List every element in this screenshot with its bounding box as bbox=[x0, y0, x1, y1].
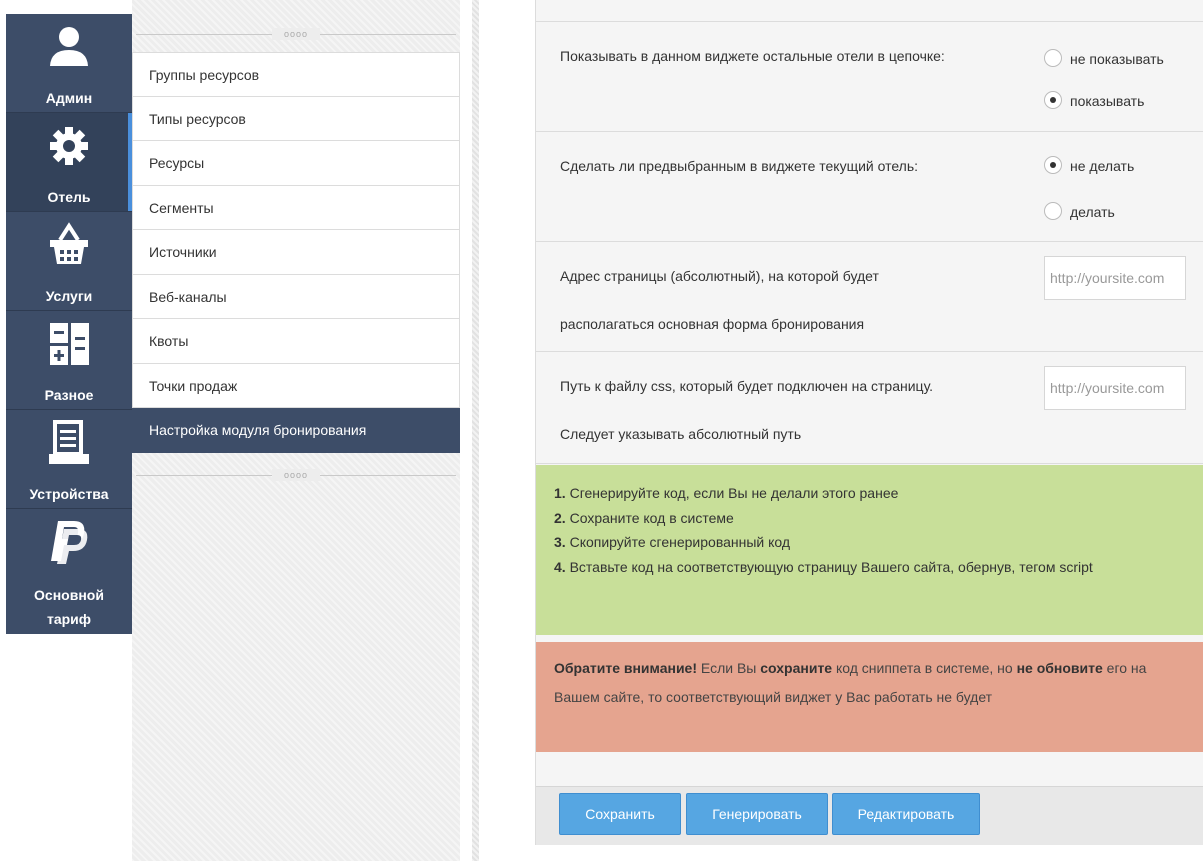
paypal-icon bbox=[44, 517, 94, 567]
radio-checked-icon bbox=[1044, 91, 1062, 109]
instructions-alert: 1. Сгенерируйте код, если Вы не делали э… bbox=[536, 465, 1203, 635]
radio-unchecked-icon bbox=[1044, 49, 1062, 67]
nav-hotel-label: Отель bbox=[47, 189, 91, 205]
submenu-item-quotas[interactable]: Квоты bbox=[132, 319, 460, 364]
panel-splitter[interactable] bbox=[460, 0, 490, 861]
instruction-step: 4. Вставьте код на соответствующую стран… bbox=[554, 558, 1093, 575]
page-address-label-2: располагаться основная форма бронировани… bbox=[560, 316, 865, 332]
generate-button[interactable]: Генерировать bbox=[686, 793, 828, 835]
nav-devices-label: Устройства bbox=[29, 486, 109, 502]
css-path-label-2: Следует указывать абсолютный путь bbox=[560, 426, 802, 442]
submenu-item-resource-groups[interactable]: Группы ресурсов bbox=[132, 52, 460, 97]
nav-hotel[interactable]: Отель bbox=[6, 113, 132, 211]
warning-alert: Обратите внимание! Если Вы сохраните код… bbox=[536, 642, 1203, 752]
page-address-row: Адрес страницы (абсолютный), на которой … bbox=[536, 242, 1203, 352]
submenu-list: Группы ресурсов Типы ресурсов Ресурсы Се… bbox=[132, 52, 460, 453]
submenu-item-booking-module-settings[interactable]: Настройка модуля бронирования bbox=[132, 408, 460, 453]
radio-unchecked-icon bbox=[1044, 202, 1062, 220]
submenu-item-points-of-sale[interactable]: Точки продаж bbox=[132, 363, 460, 408]
css-path-row: Путь к файлу css, который будет подключе… bbox=[536, 352, 1203, 464]
show-chain-label: Показывать в данном виджете остальные от… bbox=[560, 48, 945, 64]
css-path-label-1: Путь к файлу css, который будет подключе… bbox=[560, 378, 934, 394]
save-button[interactable]: Сохранить bbox=[559, 793, 681, 835]
nav-misc[interactable]: Разное bbox=[6, 311, 132, 409]
instruction-step: 1. Сгенерируйте код, если Вы не делали э… bbox=[554, 485, 899, 501]
page-address-input[interactable] bbox=[1044, 256, 1186, 300]
nav-admin[interactable]: Админ bbox=[6, 14, 132, 112]
submenu-bottom-grip[interactable]: oooo bbox=[132, 469, 460, 481]
submenu-top-grip[interactable]: oooo bbox=[132, 28, 460, 40]
radio-checked-icon bbox=[1044, 156, 1062, 174]
calculator-icon bbox=[44, 319, 94, 369]
basket-icon bbox=[44, 220, 94, 270]
main-nav-rail: Админ Отель Услуги Разное Устройства Осн… bbox=[6, 14, 132, 634]
nav-services[interactable]: Услуги bbox=[6, 212, 132, 310]
instruction-step: 3. Скопируйте сгенерированный код bbox=[554, 534, 791, 550]
submenu-item-resources[interactable]: Ресурсы bbox=[132, 141, 460, 186]
preselect-row: Сделать ли предвыбранным в виджете текущ… bbox=[536, 132, 1203, 242]
gear-icon bbox=[44, 121, 94, 171]
printer-icon bbox=[44, 418, 94, 468]
css-path-input[interactable] bbox=[1044, 366, 1186, 410]
nav-admin-label: Админ bbox=[45, 90, 93, 106]
submenu-item-resource-types[interactable]: Типы ресурсов bbox=[132, 96, 460, 141]
nav-base-tariff[interactable]: Основной тариф bbox=[6, 509, 132, 634]
page-address-label-1: Адрес страницы (абсолютный), на которой … bbox=[560, 268, 879, 284]
edit-button[interactable]: Редактировать bbox=[832, 793, 980, 835]
nav-services-label: Услуги bbox=[45, 288, 93, 304]
show-chain-row: Показывать в данном виджете остальные от… bbox=[536, 22, 1203, 132]
nav-devices[interactable]: Устройства bbox=[6, 410, 132, 508]
booking-module-settings-form: Показывать в данном виджете остальные от… bbox=[535, 0, 1203, 845]
submenu-panel: oooo Группы ресурсов Типы ресурсов Ресур… bbox=[132, 0, 460, 861]
preselect-label: Сделать ли предвыбранным в виджете текущ… bbox=[560, 158, 919, 174]
user-icon bbox=[44, 22, 94, 72]
nav-misc-label: Разное bbox=[44, 387, 94, 403]
form-actions: Сохранить Генерировать Редактировать bbox=[536, 786, 1203, 845]
submenu-item-web-channels[interactable]: Веб-каналы bbox=[132, 274, 460, 319]
form-top-edge bbox=[536, 0, 1203, 22]
nav-base-tariff-label-2: тариф bbox=[46, 611, 92, 627]
submenu-item-sources[interactable]: Источники bbox=[132, 230, 460, 275]
submenu-item-segments[interactable]: Сегменты bbox=[132, 185, 460, 230]
instruction-step: 2. Сохраните код в системе bbox=[554, 509, 734, 526]
